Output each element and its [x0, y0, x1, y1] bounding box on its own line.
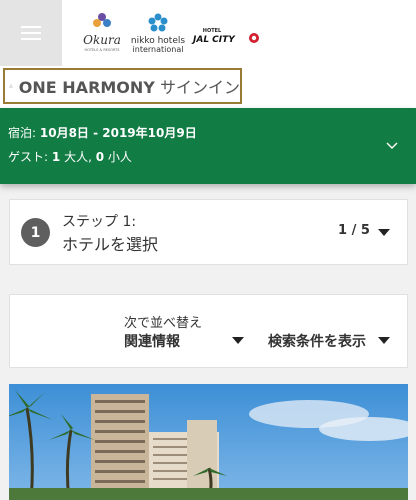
- jalcity-logo-text: JAL CITY: [191, 35, 236, 45]
- hotel-photo-image: [9, 384, 408, 500]
- brand-logos: Okura HOTELS & RESORTS nikko hotels inte…: [62, 0, 416, 66]
- signin-area: ONE HARMONY サインイン: [0, 66, 416, 108]
- step-card[interactable]: 1 ステップ 1: ホテルを選択 1 / 5: [9, 199, 408, 265]
- top-header: Okura HOTELS & RESORTS nikko hotels inte…: [0, 0, 416, 66]
- step-progress: 1 / 5: [338, 223, 370, 238]
- step-subtitle: ホテルを選択: [62, 235, 159, 254]
- stay-dates-label: 宿泊:: [8, 126, 37, 140]
- jalcity-logo-icon[interactable]: HOTEL JAL CITY: [191, 28, 259, 45]
- hamburger-menu-icon[interactable]: [0, 0, 62, 66]
- user-icon: [9, 84, 13, 88]
- signin-label: ONE HARMONY サインイン: [19, 74, 240, 98]
- sort-label: 次で並べ替え: [124, 316, 203, 331]
- chevron-down-icon[interactable]: [384, 138, 400, 154]
- step-number-badge: 1: [21, 218, 50, 247]
- okura-logo-tagline: HOTELS & RESORTS: [84, 48, 120, 52]
- stay-summary-bar[interactable]: 宿泊: 10月8日 - 2019年10月9日 ゲスト: 1 大人, 0 小人: [0, 108, 416, 184]
- sort-dropdown-icon[interactable]: [232, 337, 244, 344]
- hotel-photo[interactable]: [9, 384, 408, 500]
- step-dropdown-icon[interactable]: [378, 229, 390, 236]
- sort-card: 次で並べ替え 関連情報 検索条件を表示: [9, 294, 408, 368]
- jalcity-logo-tagline: HOTEL: [203, 28, 222, 34]
- okura-logo-text: Okura: [83, 33, 121, 47]
- sort-select[interactable]: 関連情報: [124, 331, 180, 351]
- show-filters-button[interactable]: 検索条件を表示: [268, 331, 366, 351]
- nikko-logo-icon[interactable]: nikko hotels international: [131, 13, 185, 55]
- signin-button[interactable]: ONE HARMONY サインイン: [3, 68, 242, 104]
- stay-adults-unit: 大人,: [64, 150, 92, 164]
- signin-action: サインイン: [159, 78, 240, 97]
- stay-guests-label: ゲスト:: [8, 150, 49, 164]
- stay-adults-count: 1: [51, 150, 61, 164]
- okura-logo-icon[interactable]: Okura HOTELS & RESORTS: [83, 13, 121, 52]
- stay-dates: 宿泊: 10月8日 - 2019年10月9日: [8, 124, 197, 141]
- signin-program: ONE HARMONY: [18, 78, 155, 97]
- nikko-logo-tagline: international: [133, 45, 184, 54]
- stay-children-count: 0: [95, 150, 105, 164]
- filter-dropdown-icon[interactable]: [378, 337, 390, 344]
- stay-dates-value: 10月8日 - 2019年10月9日: [39, 126, 197, 140]
- stay-children-unit: 小人: [107, 150, 132, 164]
- step-title: ステップ 1:: [62, 214, 137, 230]
- stay-guests: ゲスト: 1 大人, 0 小人: [8, 148, 132, 165]
